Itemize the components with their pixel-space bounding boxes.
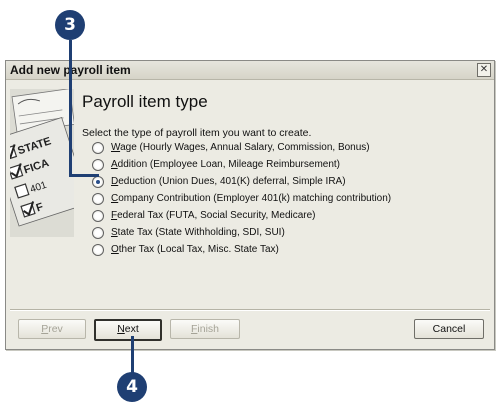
radio-federal-tax[interactable] [92,209,104,222]
radio-other-tax[interactable] [92,243,104,256]
add-payroll-item-dialog: Add new payroll item ✕ STATE FICA 401 F … [5,60,495,350]
prev-button[interactable]: Prev [18,319,86,339]
option-other-tax[interactable]: Other Tax (Local Tax, Misc. State Tax) [92,241,391,258]
option-company-contribution-label: Company Contribution (Employer 401(k) ma… [111,193,392,204]
close-icon: ✕ [479,64,489,75]
radio-addition[interactable] [92,158,104,171]
option-company-contribution[interactable]: Company Contribution (Employer 401(k) ma… [92,190,391,207]
callout-3-leader-horizontal [69,174,99,177]
option-federal-tax[interactable]: Federal Tax (FUTA, Social Security, Medi… [92,207,391,224]
option-state-tax-label: State Tax (State Withholding, SDI, SUI) [111,227,285,238]
radio-company-contribution[interactable] [92,192,104,205]
option-state-tax[interactable]: State Tax (State Withholding, SDI, SUI) [92,224,391,241]
close-button[interactable]: ✕ [477,63,491,77]
option-other-tax-label: Other Tax (Local Tax, Misc. State Tax) [111,244,279,255]
option-wage-label: Wage (Hourly Wages, Annual Salary, Commi… [111,142,370,153]
tax-forms-illustration: STATE FICA 401 F [10,89,74,237]
option-wage[interactable]: Wage (Hourly Wages, Annual Salary, Commi… [92,139,391,156]
callout-4-leader [131,336,134,376]
cancel-button[interactable]: Cancel [414,319,484,339]
option-addition-label: Addition (Employee Loan, Mileage Reimbur… [111,159,341,170]
title-bar: Add new payroll item ✕ [6,61,494,80]
next-button[interactable]: Next [94,319,162,341]
radio-deduction[interactable] [92,175,104,188]
option-addition[interactable]: Addition (Employee Loan, Mileage Reimbur… [92,156,391,173]
callout-3: 3 [55,10,85,40]
button-divider [10,309,490,311]
screenshot-stage: Add new payroll item ✕ STATE FICA 401 F … [0,0,500,410]
option-deduction[interactable]: Deduction (Union Dues, 401(K) deferral, … [92,173,391,190]
finish-button[interactable]: Finish [170,319,240,339]
radio-state-tax[interactable] [92,226,104,239]
callout-3-leader-vertical [69,40,72,176]
radio-wage[interactable] [92,141,104,154]
option-deduction-label: Deduction (Union Dues, 401(K) deferral, … [111,176,346,187]
callout-4: 4 [117,372,147,402]
page-heading: Payroll item type [82,92,208,111]
option-federal-tax-label: Federal Tax (FUTA, Social Security, Medi… [111,210,316,221]
instruction-text: Select the type of payroll item you want… [82,127,312,139]
payroll-type-options: Wage (Hourly Wages, Annual Salary, Commi… [92,139,391,258]
